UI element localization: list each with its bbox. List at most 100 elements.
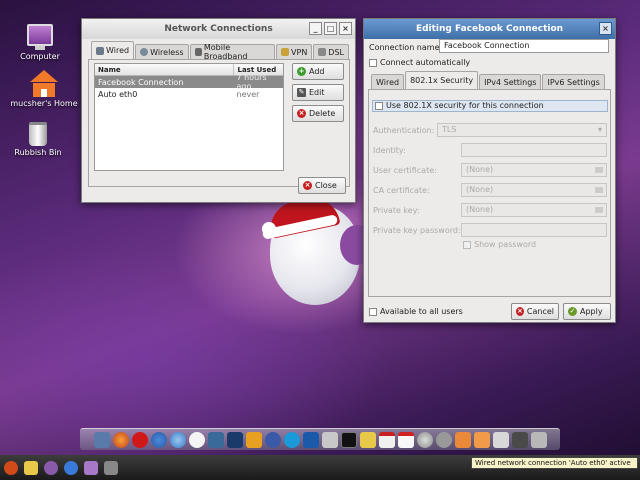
- private-key-label: Private key:: [373, 206, 420, 215]
- folder-documents-icon[interactable]: [454, 431, 471, 448]
- delete-icon: ×: [297, 109, 306, 118]
- close-window-button[interactable]: ×: [339, 22, 352, 35]
- show-password-label: Show password: [474, 240, 537, 249]
- editing-connection-window: Editing Facebook Connection × Connection…: [363, 18, 616, 323]
- pencil-icon: ✎: [297, 88, 306, 97]
- folder-downloads-icon[interactable]: [473, 431, 490, 448]
- close-button[interactable]: × Close: [298, 177, 346, 194]
- system-monitor-icon[interactable]: [530, 431, 547, 448]
- tab-wireless[interactable]: Wireless: [135, 44, 189, 59]
- tab-vpn[interactable]: VPN: [276, 44, 313, 59]
- tab-ipv4-settings[interactable]: IPv4 Settings: [479, 74, 542, 89]
- desktop-icon-label: Computer: [20, 52, 60, 61]
- terminal-icon[interactable]: [340, 431, 357, 448]
- close-icon: ×: [303, 181, 312, 190]
- tab-wired[interactable]: Wired: [371, 74, 405, 89]
- desktop-icon-computer[interactable]: Computer: [2, 24, 78, 61]
- home-folder-icon: [30, 70, 58, 82]
- mail-icon[interactable]: [321, 431, 338, 448]
- teamviewer-icon[interactable]: [302, 431, 319, 448]
- connect-automatically-checkbox[interactable]: [369, 59, 377, 67]
- main-menu-icon[interactable]: [4, 460, 18, 475]
- connection-row[interactable]: Auto eth0 never: [95, 88, 283, 100]
- tab-ipv6-settings[interactable]: IPv6 Settings: [542, 74, 605, 89]
- tab-8021x-security[interactable]: 802.1x Security: [405, 71, 479, 89]
- private-key-password-input[interactable]: [461, 223, 607, 237]
- trash-icon: [29, 122, 47, 146]
- messenger-icon[interactable]: [44, 460, 58, 475]
- preferences-icon[interactable]: [435, 431, 452, 448]
- pidgin-icon[interactable]: [84, 460, 98, 475]
- ca-certificate-picker[interactable]: (None): [461, 183, 607, 197]
- connect-automatically-label: Connect automatically: [380, 58, 471, 67]
- chevron-down-icon: ▾: [597, 125, 602, 134]
- checkmark-icon: ✓: [568, 307, 577, 316]
- computer-icon: [27, 24, 53, 50]
- desktop-icon-rubbish-bin[interactable]: Rubbish Bin: [0, 122, 76, 157]
- tab-wired[interactable]: Wired: [91, 41, 135, 59]
- dsl-icon: [318, 48, 327, 56]
- safari-icon[interactable]: [169, 431, 186, 448]
- cancel-button[interactable]: × Cancel: [511, 303, 559, 320]
- connection-name-input[interactable]: Facebook Connection: [439, 39, 609, 53]
- firefox-icon[interactable]: [112, 431, 129, 448]
- user-certificate-picker[interactable]: (None): [461, 163, 607, 177]
- cancel-icon: ×: [516, 307, 524, 316]
- network-icon[interactable]: [511, 431, 528, 448]
- mobile-broadband-icon: [194, 48, 202, 56]
- notes-applet-icon[interactable]: [24, 460, 38, 475]
- maximize-button[interactable]: □: [324, 22, 337, 35]
- connection-last-used: 7 hours ago: [236, 73, 267, 91]
- dock: [80, 428, 560, 450]
- connection-row[interactable]: Facebook Connection 7 hours ago: [95, 73, 283, 91]
- itunes-icon[interactable]: [416, 431, 433, 448]
- opera-icon[interactable]: [131, 431, 148, 448]
- column-header-name[interactable]: Name: [95, 64, 233, 75]
- folder-icon: [595, 187, 603, 193]
- identity-label: Identity:: [373, 146, 406, 155]
- available-to-all-users-label: Available to all users: [380, 307, 463, 316]
- folder-icon: [595, 167, 603, 173]
- vpn-icon: [281, 48, 290, 56]
- close-window-button[interactable]: ×: [599, 22, 612, 35]
- chromium-icon[interactable]: [150, 431, 167, 448]
- use-8021x-checkbox[interactable]: [375, 102, 383, 110]
- apply-button[interactable]: ✓ Apply: [563, 303, 611, 320]
- folder-music-icon[interactable]: [492, 431, 509, 448]
- network-status-tooltip: Wired network connection 'Auto eth0' act…: [471, 457, 638, 469]
- private-key-password-label: Private key password:: [373, 226, 461, 235]
- connection-list[interactable]: Name Last Used Facebook Connection 7 hou…: [94, 63, 284, 171]
- tab-dsl[interactable]: DSL: [313, 44, 349, 59]
- browser-applet-icon[interactable]: [64, 460, 78, 475]
- vlc-icon[interactable]: [245, 431, 262, 448]
- private-key-picker[interactable]: (None): [461, 203, 607, 217]
- thunderbird-icon[interactable]: [264, 431, 281, 448]
- show-password-checkbox[interactable]: [463, 241, 471, 249]
- authentication-label: Authentication:: [373, 126, 435, 135]
- add-button[interactable]: + Add: [292, 63, 344, 80]
- notes-icon[interactable]: [359, 431, 376, 448]
- photoshop-icon[interactable]: [226, 431, 243, 448]
- skype-icon[interactable]: [283, 431, 300, 448]
- desktop-icon-label: Rubbish Bin: [14, 148, 62, 157]
- clock-icon[interactable]: [188, 431, 205, 448]
- ca-certificate-label: CA certificate:: [373, 186, 430, 195]
- edit-button[interactable]: ✎ Edit: [292, 84, 344, 101]
- photos-icon[interactable]: [207, 431, 224, 448]
- window-titlebar[interactable]: Network Connections _ □ ×: [82, 19, 355, 39]
- add-icon: +: [297, 67, 306, 76]
- delete-button[interactable]: × Delete: [292, 105, 344, 122]
- identity-input[interactable]: [461, 143, 607, 157]
- tab-mobile-broadband[interactable]: Mobile Broadband: [189, 43, 276, 61]
- authentication-select[interactable]: TLS ▾: [437, 123, 607, 137]
- available-to-all-users-checkbox[interactable]: [369, 308, 377, 316]
- ical-icon[interactable]: [397, 431, 414, 448]
- connection-type-tabs: Wired Wireless Mobile Broadband VPN DSL: [88, 41, 350, 61]
- minimize-button[interactable]: _: [309, 22, 322, 35]
- settings-tabs: Wired 802.1x Security IPv4 Settings IPv6…: [368, 71, 611, 89]
- gmail-icon[interactable]: [378, 431, 395, 448]
- network-applet-icon[interactable]: [104, 460, 118, 475]
- desktop-icon-home[interactable]: mucsher's Home: [6, 70, 82, 108]
- finder-icon[interactable]: [93, 431, 110, 448]
- window-titlebar[interactable]: Editing Facebook Connection ×: [364, 19, 615, 39]
